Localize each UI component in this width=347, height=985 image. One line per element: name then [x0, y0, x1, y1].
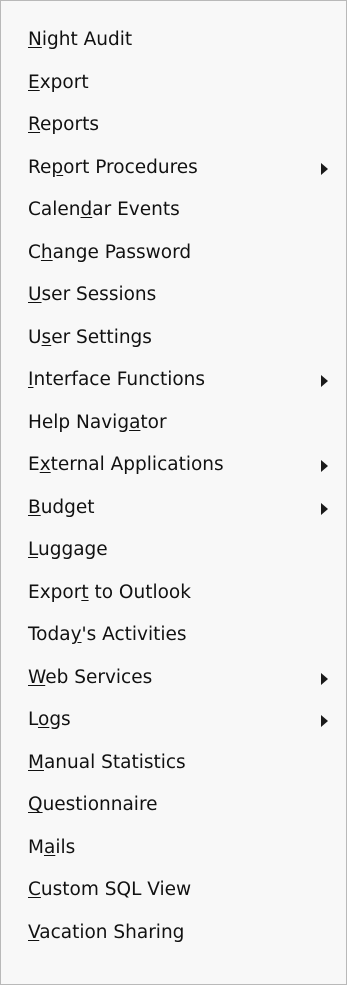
- menu-item-label: Vacation Sharing: [28, 921, 185, 943]
- menu-item-night-audit[interactable]: Night Audit: [1, 24, 346, 67]
- submenu-arrow-icon: [321, 375, 328, 387]
- menu-item-label: User Sessions: [28, 284, 157, 305]
- menu-item-user-sessions[interactable]: User Sessions: [1, 279, 346, 322]
- menu-item-today-s-activities[interactable]: Today's Activities: [1, 619, 346, 662]
- menu-item-label: Questionnaire: [28, 794, 158, 815]
- menu-item-questionnaire[interactable]: Questionnaire: [1, 789, 346, 832]
- menu-item-label: Night Audit: [28, 29, 133, 50]
- menu-item-label: Logs: [28, 709, 71, 730]
- menu-item-label: Luggage: [28, 539, 108, 560]
- menu-item-label: Interface Functions: [28, 369, 206, 390]
- menu-item-label: Help Navigator: [28, 411, 167, 433]
- menu-item-vacation-sharing[interactable]: Vacation Sharing: [1, 917, 346, 960]
- menu-item-label: Mails: [28, 836, 76, 858]
- menu-item-label: User Settings: [28, 326, 152, 348]
- menu-item-mails[interactable]: Mails: [1, 832, 346, 875]
- submenu-arrow-icon: [321, 502, 328, 515]
- menu-item-export[interactable]: Export: [1, 67, 346, 110]
- menu-item-label: Custom SQL View: [28, 879, 192, 900]
- menu-item-user-settings[interactable]: User Settings: [1, 322, 346, 365]
- menu-item-list: Night Audit Export Reports Report Procedure…: [1, 24, 346, 959]
- menu-item-label: Budget: [28, 496, 95, 518]
- menu-item-manual-statistics[interactable]: Manual Statistics: [1, 747, 346, 790]
- menu-item-web-services[interactable]: Web Services: [1, 662, 346, 705]
- submenu-arrow-icon: [321, 715, 328, 727]
- submenu-arrow-icon: [321, 460, 328, 472]
- menu-item-reports[interactable]: Reports: [1, 109, 346, 152]
- menu-item-label: Export to Outlook: [28, 581, 191, 603]
- menu-item-budget[interactable]: Budget: [1, 492, 346, 535]
- menu-item-label: Web Services: [28, 666, 153, 688]
- menu-item-external-applications[interactable]: External Applications: [1, 449, 346, 492]
- menu-item-label: Manual Statistics: [28, 751, 186, 773]
- submenu-arrow-icon: [321, 162, 328, 175]
- menu-item-label: Reports: [28, 114, 99, 135]
- menu-item-export-to-outlook[interactable]: Export to Outlook: [1, 577, 346, 620]
- menu-item-label: Change Password: [28, 241, 192, 263]
- menu-item-custom-sql-view[interactable]: Custom SQL View: [1, 874, 346, 917]
- menu-item-luggage[interactable]: Luggage: [1, 534, 346, 577]
- menu-item-logs[interactable]: Logs: [1, 704, 346, 747]
- menu-item-label: Report Procedures: [28, 156, 198, 178]
- menu-item-calendar-events[interactable]: Calendar Events: [1, 194, 346, 237]
- submenu-arrow-icon: [321, 672, 328, 685]
- menu-item-change-password[interactable]: Change Password: [1, 237, 346, 280]
- menu-item-label: Calendar Events: [28, 199, 180, 220]
- context-menu: Night Audit Export Reports Report Procedure…: [0, 0, 347, 985]
- menu-item-report-procedures[interactable]: Report Procedures: [1, 152, 346, 195]
- menu-item-label: Export: [28, 71, 89, 93]
- menu-item-label: Today's Activities: [28, 624, 187, 645]
- menu-item-label: External Applications: [28, 454, 224, 475]
- menu-item-interface-functions[interactable]: Interface Functions: [1, 364, 346, 407]
- menu-item-help-navigator[interactable]: Help Navigator: [1, 407, 346, 450]
